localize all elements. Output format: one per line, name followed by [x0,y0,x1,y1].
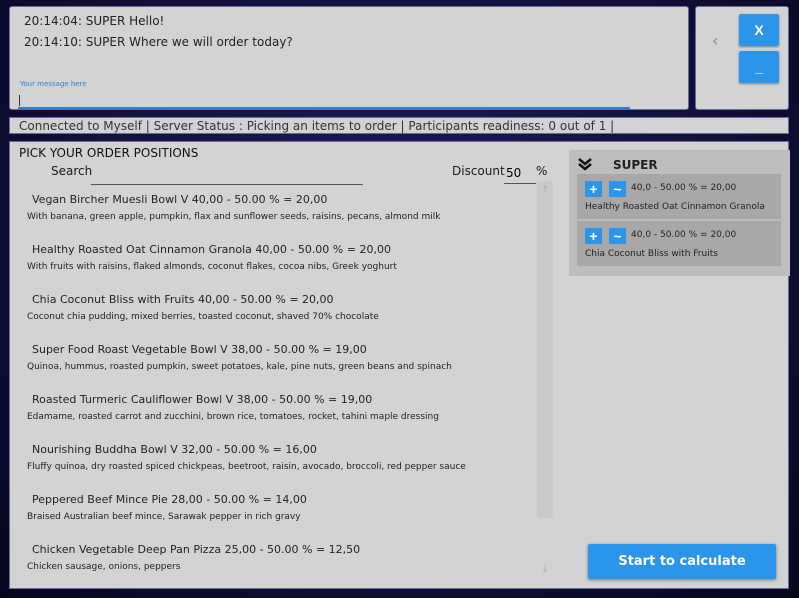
chat-message: 20:14:10: SUPER Where we will order toda… [24,35,293,49]
menu-item-name: Vegan Bircher Muesli Bowl V 40,00 - 50.0… [32,193,328,206]
chat-panel: 20:14:04: SUPER Hello! 20:14:10: SUPER W… [9,6,689,110]
order-item-name: Chia Coconut Bliss with Fruits [585,249,718,259]
close-button[interactable]: X [739,14,779,46]
menu-item-description: Fluffy quinoa, dry roasted spiced chickp… [27,462,466,472]
menu-item-description: With fruits with raisins, flaked almonds… [27,262,397,272]
remove-quantity-button[interactable]: ~ [609,228,626,244]
add-quantity-button[interactable]: + [585,181,602,197]
discount-input[interactable] [504,163,536,184]
user-order-panel: SUPER + ~ 40,0 - 50.00 % = 20,00 Healthy… [569,150,790,276]
order-item-name: Healthy Roasted Oat Cinnamon Granola [585,202,765,212]
chat-message: 20:14:04: SUPER Hello! [24,14,165,28]
remove-quantity-button[interactable]: ~ [609,181,626,197]
add-quantity-button[interactable]: + [585,228,602,244]
menu-item-description: With banana, green apple, pumpkin, flax … [27,212,441,222]
menu-item-name: Healthy Roasted Oat Cinnamon Granola 40,… [32,243,391,256]
window-controls-panel: ‹ X _ [695,6,789,110]
menu-item-name: Peppered Beef Mince Pie 28,00 - 50.00 % … [32,493,307,506]
order-item-price: 40,0 - 50.00 % = 20,00 [631,183,737,193]
menu-item-description: Chicken sausage, onions, peppers [27,562,181,572]
menu-item-name: Nourishing Buddha Bowl V 32,00 - 50.00 %… [32,443,317,456]
order-item: + ~ 40,0 - 50.00 % = 20,00 Healthy Roast… [577,174,781,219]
chat-message-input[interactable] [18,93,630,109]
menu-item-name: Chicken Vegetable Deep Pan Pizza 25,00 -… [32,543,361,556]
arrow-down-icon[interactable]: ↓ [541,564,549,575]
order-item: + ~ 40,0 - 50.00 % = 20,00 Chia Coconut … [577,221,781,266]
double-chevron-down-icon[interactable] [578,157,592,171]
search-input[interactable] [91,166,363,185]
user-name: SUPER [613,158,658,172]
menu-item-name: Roasted Turmeric Cauliflower Bowl V 38,0… [32,393,373,406]
chat-input-hint: Your message here [20,80,87,88]
chevron-left-icon[interactable]: ‹ [712,31,718,50]
order-positions-panel: PICK YOUR ORDER POSITIONS Search Discoun… [9,141,790,589]
discount-label: Discount [452,164,505,178]
menu-item-description: Edamame, roasted carrot and zucchini, br… [27,412,439,422]
arrow-up-icon[interactable]: ↑ [541,185,549,196]
menu-scrollbar[interactable] [537,181,553,518]
minimize-button[interactable]: _ [739,51,779,83]
menu-item-description: Coconut chia pudding, mixed berries, toa… [27,312,379,322]
discount-unit: % [536,164,548,178]
order-item-price: 40,0 - 50.00 % = 20,00 [631,230,737,240]
menu-item-name: Super Food Roast Vegetable Bowl V 38,00 … [32,343,367,356]
menu-item-name: Chia Coconut Bliss with Fruits 40,00 - 5… [32,293,334,306]
text-caret [19,95,20,106]
menu-item-description: Quinoa, hummus, roasted pumpkin, sweet p… [27,362,452,372]
search-label: Search [51,164,93,178]
menu-item-description: Braised Australian beef mince, Sarawak p… [27,512,301,522]
status-bar: Connected to Myself | Server Status : Pi… [9,117,789,134]
page-title: PICK YOUR ORDER POSITIONS [19,146,199,160]
start-calculate-button[interactable]: Start to calculate [588,544,776,579]
